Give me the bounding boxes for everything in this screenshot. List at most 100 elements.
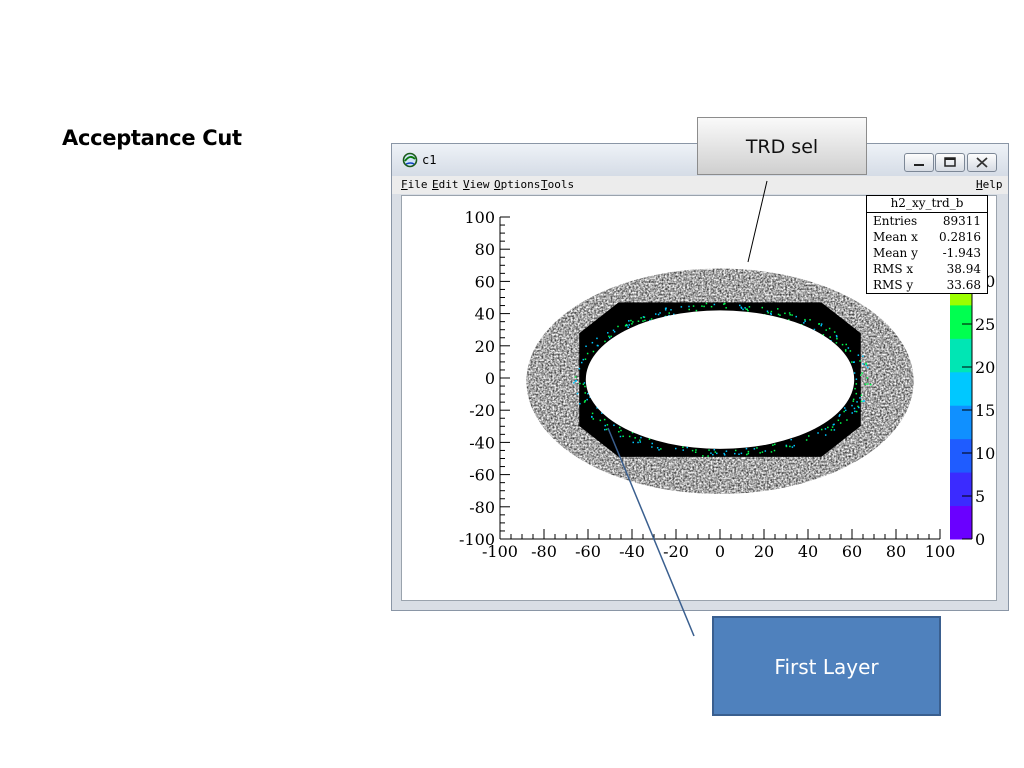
y-tick-label: 0	[485, 369, 495, 388]
speckle	[795, 315, 797, 318]
speckle	[844, 350, 847, 352]
speckle	[785, 445, 788, 448]
speckle	[855, 383, 858, 385]
speckle	[761, 306, 764, 309]
speckle	[579, 402, 581, 405]
speckle	[809, 319, 811, 321]
speckle	[675, 447, 677, 450]
speckle	[745, 447, 748, 450]
speckle	[596, 344, 599, 347]
speckle	[651, 446, 653, 448]
speckle	[613, 424, 615, 427]
speckle	[843, 410, 845, 413]
speckle	[779, 314, 781, 316]
speckle	[574, 380, 577, 382]
speckle	[712, 453, 714, 456]
speckle	[742, 308, 744, 311]
speckle	[580, 361, 583, 364]
stats-row-rms-y: RMS y 33.68	[873, 278, 981, 292]
speckle	[583, 401, 586, 403]
speckle	[606, 424, 609, 426]
speckle	[854, 410, 856, 413]
speckle	[852, 398, 855, 401]
speckle	[640, 317, 642, 319]
speckle	[789, 445, 791, 448]
stats-box[interactable]: h2_xy_trd_b Entries 89311 Mean x 0.2816 Me…	[866, 195, 988, 294]
speckle	[788, 312, 791, 314]
menu-bar: File Edit View Options Tools Help	[392, 176, 1008, 194]
speckle	[830, 429, 833, 431]
speckle	[790, 438, 792, 441]
speckle	[744, 307, 746, 309]
speckle	[833, 429, 836, 431]
speckle	[772, 444, 774, 446]
speckle	[746, 308, 748, 311]
speckle	[747, 452, 750, 455]
menu-edit[interactable]: Edit	[432, 178, 459, 191]
speckle	[628, 324, 631, 326]
y-tick-label: 80	[475, 240, 495, 259]
x-tick-label: 100	[925, 542, 956, 561]
speckle	[584, 399, 587, 402]
speckle	[632, 321, 634, 323]
menu-help[interactable]: Help	[976, 178, 1003, 191]
speckle	[746, 453, 748, 456]
speckle	[770, 451, 773, 453]
close-button[interactable]	[967, 153, 997, 172]
speckle	[852, 400, 855, 402]
speckle	[708, 449, 710, 451]
speckle	[759, 452, 761, 454]
speckle	[610, 335, 612, 338]
x-tick-label: -60	[575, 542, 601, 561]
speckle	[582, 358, 585, 361]
speckle	[793, 444, 795, 447]
speckle	[607, 332, 609, 334]
speckle	[753, 448, 756, 450]
speckle	[803, 322, 805, 324]
y-tick-label: 20	[475, 337, 495, 356]
speckle	[612, 329, 615, 332]
x-tick-label: 0	[715, 542, 725, 561]
speckle	[639, 441, 642, 443]
colorbar-tick-label: 25	[975, 315, 995, 334]
minimize-button[interactable]	[904, 153, 934, 172]
speckle	[628, 435, 631, 438]
speckle	[686, 446, 688, 449]
speckle	[659, 312, 661, 314]
speckle	[858, 406, 860, 409]
colorbar-tick-label: 20	[975, 358, 995, 377]
stats-title: h2_xy_trd_b	[867, 196, 987, 213]
speckle	[644, 319, 646, 322]
speckle	[668, 312, 670, 314]
maximize-button[interactable]	[935, 153, 965, 172]
speckle	[839, 422, 842, 424]
speckle	[860, 394, 863, 397]
speckle	[835, 334, 838, 337]
speckle	[604, 428, 606, 431]
speckle	[702, 455, 704, 457]
speckle	[766, 310, 769, 313]
speckle	[586, 398, 588, 401]
speckle	[631, 323, 633, 325]
speckle	[723, 454, 726, 456]
y-tick-label: 40	[475, 305, 495, 324]
speckle	[860, 374, 862, 376]
speckle	[619, 435, 622, 438]
inner-hole	[585, 310, 855, 449]
speckle	[864, 383, 867, 385]
speckle	[599, 419, 602, 422]
speckle	[584, 385, 586, 388]
menu-options[interactable]: Options	[494, 178, 540, 191]
speckle	[820, 324, 822, 327]
menu-tools[interactable]: Tools	[541, 178, 574, 191]
speckle	[665, 307, 667, 309]
speckle	[657, 313, 660, 316]
speckle	[846, 419, 848, 421]
menu-file[interactable]: File	[401, 178, 428, 191]
speckle	[608, 335, 610, 338]
speckle	[756, 447, 758, 449]
speckle	[583, 382, 586, 384]
colorbar-tick-label: 15	[975, 401, 995, 420]
menu-view[interactable]: View	[463, 178, 490, 191]
speckle	[825, 329, 827, 331]
